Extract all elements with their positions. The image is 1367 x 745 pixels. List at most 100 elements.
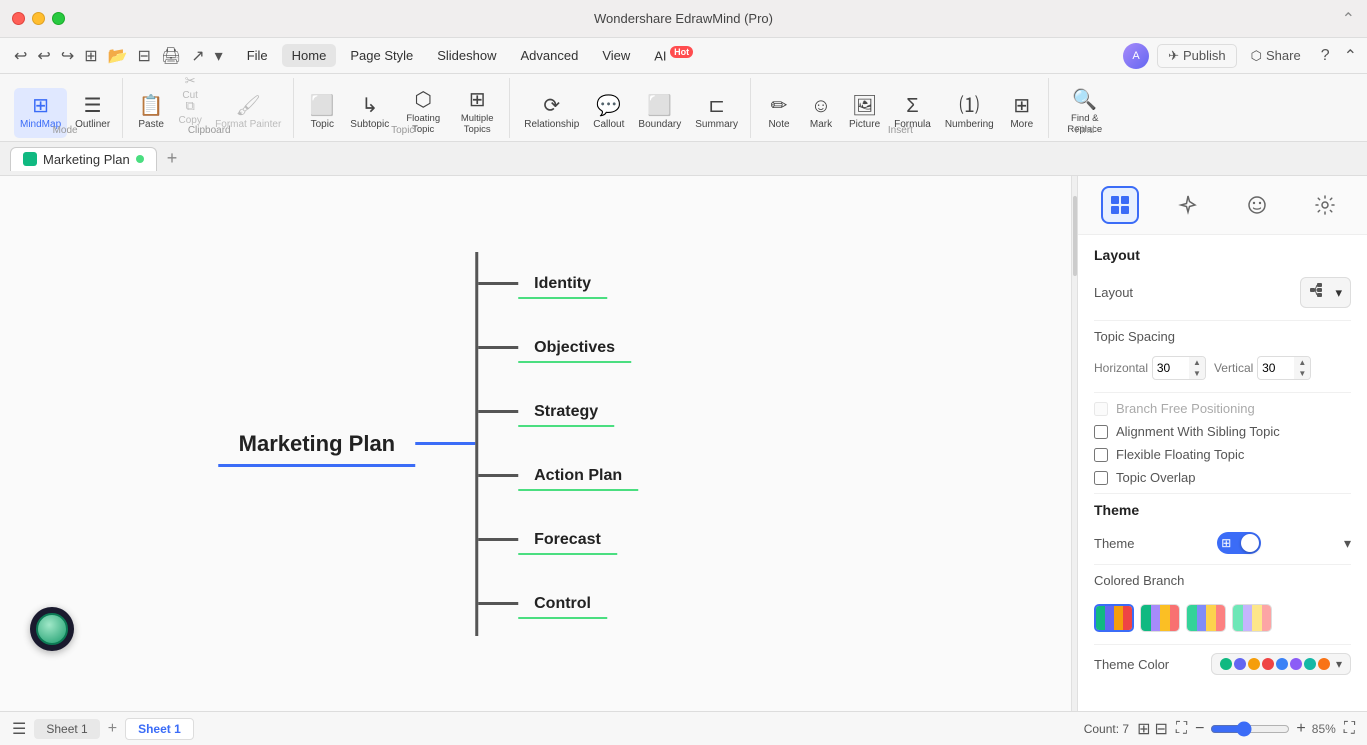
scrollbar[interactable] [1071,176,1077,711]
horizontal-label: Horizontal [1094,361,1148,375]
cb-option-3[interactable] [1186,604,1226,632]
undo-button[interactable]: ↩ [10,44,31,68]
print-button[interactable]: 🖨 [157,44,185,68]
tab-marketing-plan[interactable]: Marketing Plan [10,147,157,171]
numbering-icon: ⑴ [959,96,979,116]
copy-button[interactable]: ⧉ Copy [173,100,207,124]
undo-button2[interactable]: ↩ [33,44,54,68]
cb-swatch-1 [1096,606,1132,630]
fullscreen-button[interactable]: ⛶ [1176,720,1187,738]
panel-tab-settings[interactable] [1306,186,1344,224]
divider3 [1094,493,1351,494]
minimize-button[interactable] [32,12,45,25]
list-view-button[interactable]: ⊟ [1154,719,1167,739]
flexible-floating-row: Flexible Floating Topic [1094,447,1351,462]
menu-file[interactable]: File [237,44,278,67]
flexible-floating-checkbox[interactable] [1094,448,1108,462]
flexible-floating-label: Flexible Floating Topic [1116,447,1244,462]
panel-tab-face[interactable] [1238,186,1276,224]
menu-slideshow[interactable]: Slideshow [427,44,506,67]
mode-group: ⊞ MindMap ☰ Outliner Mode [8,78,123,138]
menu-advanced[interactable]: Advanced [510,44,588,67]
callout-button[interactable]: 💬 Callout [587,88,630,138]
new-tab-button[interactable]: ⊞ [80,44,101,68]
menu-view[interactable]: View [592,44,640,67]
add-sheet-button[interactable]: + [108,720,117,738]
save-button[interactable]: ⊟ [134,44,155,68]
vertical-down[interactable]: ▼ [1294,368,1310,379]
horizontal-down[interactable]: ▼ [1189,368,1205,379]
cb-swatch-3 [1187,605,1225,631]
cb-option-1[interactable] [1094,604,1134,632]
right-panel: Layout Layout [1077,176,1367,711]
zoom-in-button[interactable]: + [1296,720,1305,738]
subtopic-control[interactable]: Control [518,589,607,619]
cb-option-4[interactable] [1232,604,1272,632]
zoom-slider[interactable] [1210,721,1290,737]
vertical-up[interactable]: ▲ [1294,357,1310,368]
menu-ai[interactable]: AI Hot [644,43,703,67]
panel-tab-layout[interactable] [1101,186,1139,224]
tc-dot-3 [1248,658,1260,670]
colored-branch-options [1094,604,1272,632]
panel-tabs [1078,176,1367,235]
boundary-button[interactable]: ⬜ Boundary [632,88,687,138]
close-button[interactable] [12,12,25,25]
share-button[interactable]: ⬡ Share [1245,45,1307,67]
subtopic-identity[interactable]: Identity [518,269,607,299]
subtopic-objectives[interactable]: Objectives [518,333,631,363]
theme-colors[interactable]: ▾ [1211,653,1351,675]
subtopic-action-plan[interactable]: Action Plan [518,461,638,491]
sidebar-toggle-button[interactable]: ☰ [12,719,26,739]
help-button[interactable]: ? [1315,44,1336,68]
theme-color-row: Theme Color ▾ [1094,653,1351,675]
alignment-sibling-checkbox[interactable] [1094,425,1108,439]
export-button[interactable]: ↗ [187,44,208,68]
redo-button[interactable]: ↪ [57,44,78,68]
panel-tab-sparkle[interactable] [1169,186,1207,224]
list-item: Strategy [478,380,638,444]
branch-free-positioning-label: Branch Free Positioning [1116,401,1255,416]
relationship-button[interactable]: ⟳ Relationship [518,88,585,138]
boundary-icon: ⬜ [647,96,672,116]
collapse-ribbon-button[interactable]: ⌃ [1344,46,1357,66]
grid-view-button[interactable]: ⊞ [1137,719,1150,739]
theme-dropdown-arrow[interactable]: ▾ [1344,535,1351,552]
horizontal-input[interactable] [1153,359,1189,377]
active-sheet-tab[interactable]: Sheet 1 [125,718,194,740]
canvas[interactable]: Marketing Plan Identity Objectives Strat… [0,176,1071,711]
layout-select[interactable]: ▾ [1300,277,1351,308]
maximize-button[interactable] [52,12,65,25]
expand-button[interactable]: ⛶ [1344,720,1355,738]
zoom-out-button[interactable]: − [1195,720,1204,738]
spacing-inputs: Horizontal ▲ ▼ Vertical [1094,356,1311,380]
central-topic[interactable]: Marketing Plan [219,421,415,467]
menu-pagestyle[interactable]: Page Style [340,44,423,67]
theme-toggle[interactable]: ⊞ ⊟ [1217,532,1261,554]
tc-dot-1 [1220,658,1232,670]
vertical-input[interactable] [1258,359,1294,377]
horizontal-up[interactable]: ▲ [1189,357,1205,368]
branch-free-positioning-checkbox[interactable] [1094,402,1108,416]
sheet-tab-1[interactable]: Sheet 1 [34,719,99,739]
open-button[interactable]: 📂 [104,44,132,68]
formula-icon: Σ [906,96,918,116]
collapse-button[interactable]: ⌃ [1342,9,1355,29]
menu-home[interactable]: Home [282,44,337,67]
subtopic-strategy[interactable]: Strategy [518,397,614,427]
assistant-bubble[interactable] [30,607,74,651]
count-badge: Count: 7 [1084,722,1129,736]
traffic-lights [12,12,65,25]
tab-label: Marketing Plan [43,152,130,167]
cb-option-2[interactable] [1140,604,1180,632]
topic-overlap-checkbox[interactable] [1094,471,1108,485]
history-buttons: ↩ ↩ ↪ ⊞ 📂 ⊟ 🖨 ↗ ▾ [10,44,227,68]
subtopic-forecast[interactable]: Forecast [518,525,617,555]
add-tab-button[interactable]: + [161,146,184,171]
publish-button[interactable]: ✈ Publish [1157,44,1237,68]
dropdown-button[interactable]: ▾ [211,44,227,68]
summary-button[interactable]: ⊏ Summary [689,88,744,138]
cut-button[interactable]: ✂ Cut [173,75,207,99]
connector [478,282,518,285]
layout-section-title: Layout [1094,247,1351,263]
